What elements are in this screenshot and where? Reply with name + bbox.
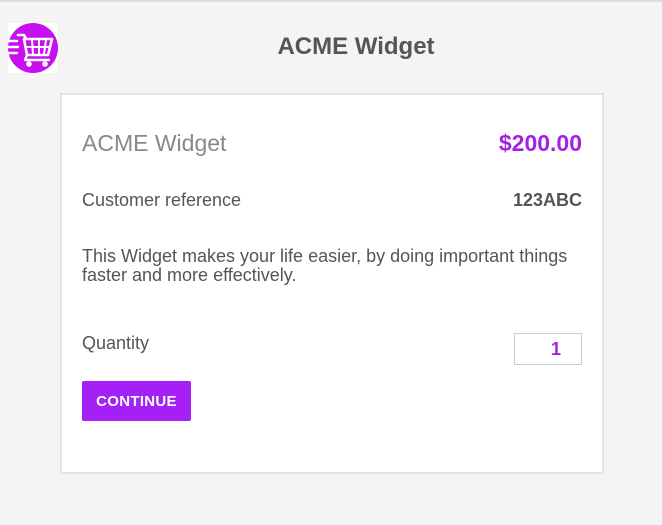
top-divider	[0, 0, 662, 2]
product-header-row: ACME Widget $200.00	[82, 128, 582, 158]
quantity-row: Quantity	[82, 332, 582, 366]
quantity-label: Quantity	[82, 332, 150, 353]
customer-reference-label: Customer reference	[82, 189, 242, 210]
customer-reference-row: Customer reference 123ABC	[82, 188, 582, 212]
product-description: This Widget makes your life easier, by d…	[82, 246, 568, 285]
product-card: ACME Widget $200.00 Customer reference 1…	[60, 93, 604, 474]
page-title: ACME Widget	[277, 33, 435, 60]
product-price: $200.00	[498, 129, 582, 156]
quantity-input[interactable]	[514, 333, 582, 365]
continue-button[interactable]: CONTINUE	[82, 381, 191, 421]
product-name: ACME Widget	[82, 129, 227, 156]
customer-reference-value: 123ABC	[512, 189, 582, 210]
